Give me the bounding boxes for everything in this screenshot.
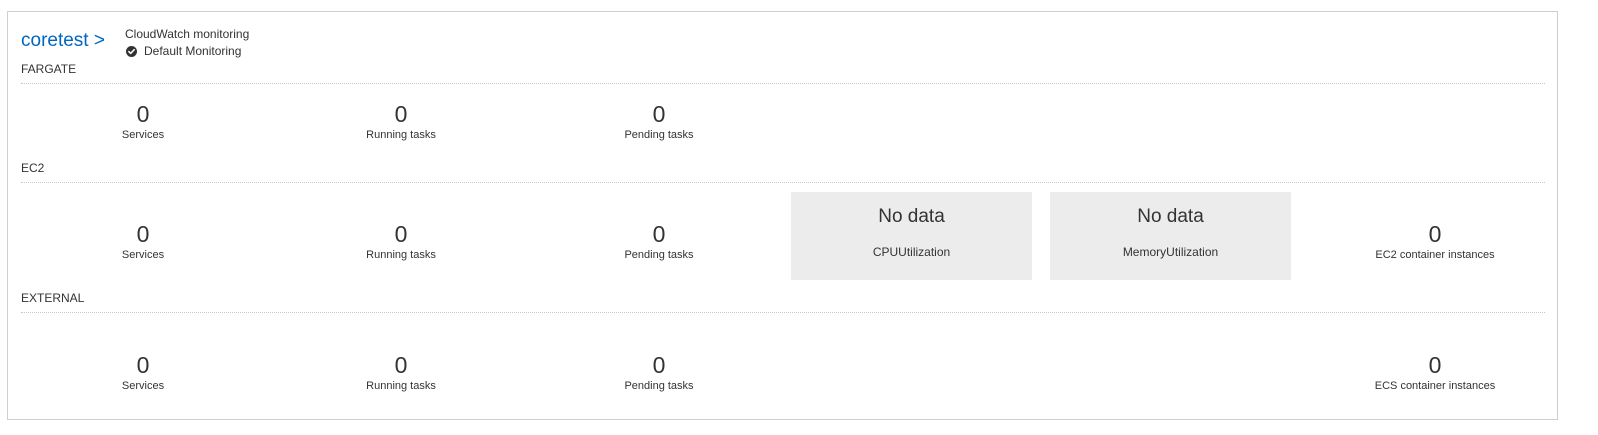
metric-label: EC2 container instances [1375,249,1495,261]
metric-label: ECS container instances [1374,380,1496,392]
memory-utilization-tile[interactable]: No data MemoryUtilization [1050,192,1291,280]
metric-label: Pending tasks [624,129,694,141]
monitoring-status-label: Default Monitoring [144,44,242,58]
cpu-utilization-tile[interactable]: No data CPUUtilization [791,192,1032,280]
fargate-running-tasks-metric: 0 Running tasks [301,101,501,142]
cluster-name-link[interactable]: coretest > [21,30,105,52]
section-divider-external [21,312,1545,313]
external-running-tasks-metric: 0 Running tasks [301,352,501,393]
metric-value: 0 [394,221,408,247]
cluster-card: coretest > CloudWatch monitoring Default… [7,11,1558,420]
external-pending-tasks-metric: 0 Pending tasks [559,352,759,393]
metric-value: 0 [652,352,666,378]
ec2-pending-tasks-metric: 0 Pending tasks [559,221,759,262]
cpu-utilization-value: No data [878,206,945,227]
section-label-external: EXTERNAL [21,291,85,305]
section-label-ec2: EC2 [21,161,45,175]
metric-value: 0 [136,101,150,127]
metric-value: 0 [652,101,666,127]
metric-label: Running tasks [366,380,436,392]
metric-label: Running tasks [366,129,436,141]
metric-label: Services [121,380,165,392]
metric-value: 0 [394,101,408,127]
ec2-container-instances-metric: 0 EC2 container instances [1335,221,1535,262]
metric-value: 0 [136,352,150,378]
cpu-utilization-label: CPUUtilization [872,245,951,259]
metric-label: Pending tasks [624,249,694,261]
monitoring-status: Default Monitoring [125,44,241,58]
metric-label: Pending tasks [624,380,694,392]
metric-value: 0 [1428,221,1442,247]
ec2-services-metric: 0 Services [43,221,243,262]
section-divider-fargate [21,83,1545,84]
fargate-pending-tasks-metric: 0 Pending tasks [559,101,759,142]
metric-value: 0 [136,221,150,247]
metric-value: 0 [652,221,666,247]
external-services-metric: 0 Services [43,352,243,393]
ec2-running-tasks-metric: 0 Running tasks [301,221,501,262]
metric-value: 0 [394,352,408,378]
monitoring-title: CloudWatch monitoring [125,27,250,41]
section-divider-ec2 [21,182,1545,183]
metric-label: Services [121,129,165,141]
memory-utilization-label: MemoryUtilization [1122,245,1219,259]
check-circle-icon [126,45,137,57]
ecs-container-instances-metric: 0 ECS container instances [1335,352,1535,393]
metric-label: Services [121,249,165,261]
metric-value: 0 [1428,352,1442,378]
section-label-fargate: FARGATE [21,62,77,76]
memory-utilization-value: No data [1137,206,1204,227]
metric-label: Running tasks [366,249,436,261]
fargate-services-metric: 0 Services [43,101,243,142]
